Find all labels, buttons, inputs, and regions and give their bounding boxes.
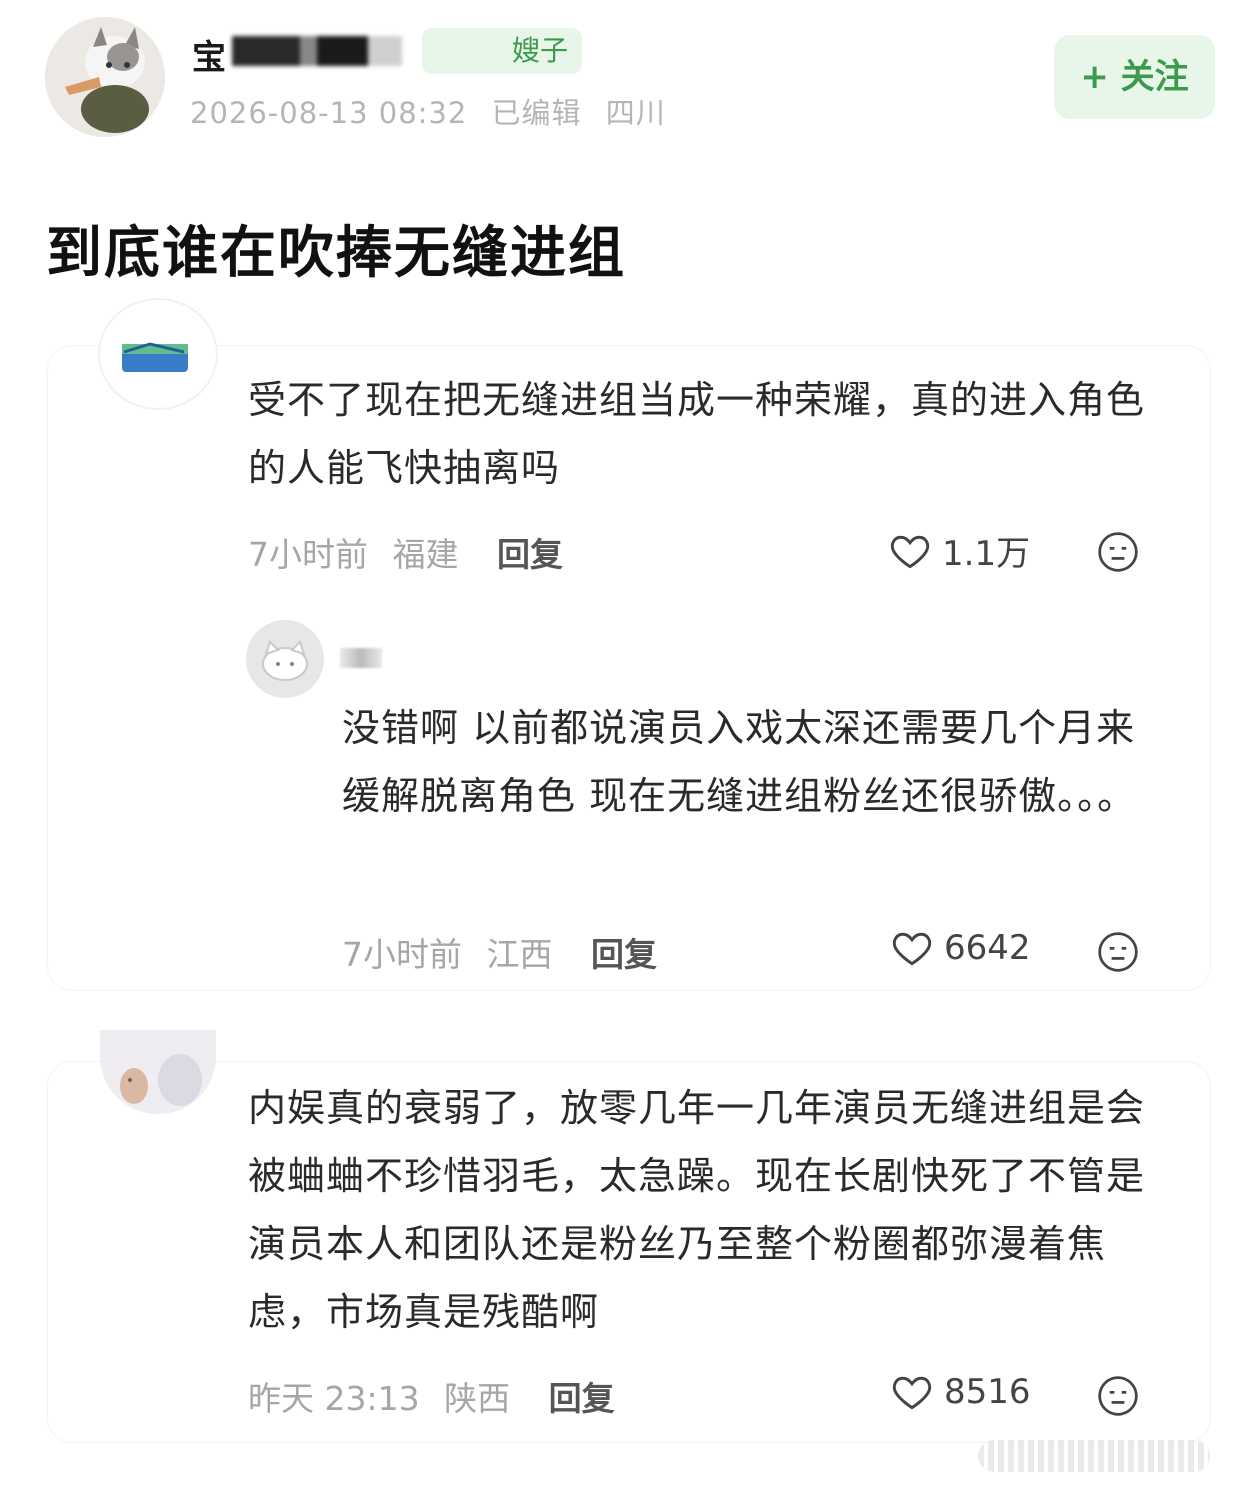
post-edited-label: 已编辑 [491, 96, 582, 130]
heart-icon [890, 535, 930, 568]
reply-meta: 7小时前 江西 回复 [342, 928, 671, 976]
author-name[interactable]: 宝 [192, 30, 226, 79]
like-count: 1.1万 [942, 534, 1031, 574]
comment-location: 福建 [392, 535, 459, 574]
like-count: 8516 [944, 1372, 1031, 1412]
reply-button[interactable]: 回复 [549, 1379, 615, 1418]
reply-text: 没错啊 以前都说演员入戏太深还需要几个月来缓解脱离角色 现在无缝进组粉丝还很骄傲… [342, 706, 1137, 818]
reply-location: 江西 [486, 935, 553, 974]
reply-time: 7小时前 [342, 935, 462, 974]
like-count: 6642 [944, 928, 1031, 968]
post-location: 四川 [605, 96, 666, 130]
heart-icon [892, 932, 932, 966]
post-meta: 2026-08-13 08:32 已编辑 四川 [190, 90, 680, 132]
comment-text: 受不了现在把无缝进组当成一种荣耀，真的进入角色的人能飞快抽离吗 [248, 378, 1146, 490]
dislike-face-icon[interactable] [1096, 930, 1140, 974]
comment-meta: 昨天 23:13 陕西 回复 [248, 1372, 629, 1420]
post-timestamp: 2026-08-13 08:32 [190, 96, 468, 130]
dislike-face-icon[interactable] [1096, 530, 1140, 574]
comment-text: 内娱真的衰弱了，放零几年一几年演员无缝进组是会被蛐蛐不珍惜羽毛，太急躁。现在长剧… [248, 1086, 1146, 1334]
like-button[interactable]: 8516 [890, 1370, 1031, 1414]
comment-time: 昨天 23:13 [248, 1379, 420, 1418]
dislike-face-icon[interactable] [1096, 1374, 1140, 1418]
like-button[interactable]: 6642 [890, 926, 1031, 970]
reply-avatar[interactable] [246, 620, 324, 698]
follow-button[interactable]: + 关注 [1054, 35, 1215, 119]
reply-button[interactable]: 回复 [497, 535, 563, 574]
author-avatar[interactable] [45, 17, 165, 137]
comment-location: 陕西 [444, 1379, 511, 1418]
comment-time: 7小时前 [248, 535, 368, 574]
comment-meta: 7小时前 福建 回复 [248, 528, 577, 576]
author-badge: 嫂子 [422, 28, 583, 74]
post-title: 到底谁在吹捧无缝进组 [46, 221, 626, 286]
watermark [978, 1440, 1210, 1472]
commenter-avatar[interactable] [100, 300, 216, 408]
reply-name-redaction [340, 648, 382, 668]
like-button[interactable]: 1.1万 [888, 526, 1030, 575]
author-name-redaction [232, 36, 402, 66]
heart-icon [892, 1376, 932, 1410]
reply-button[interactable]: 回复 [591, 935, 657, 974]
